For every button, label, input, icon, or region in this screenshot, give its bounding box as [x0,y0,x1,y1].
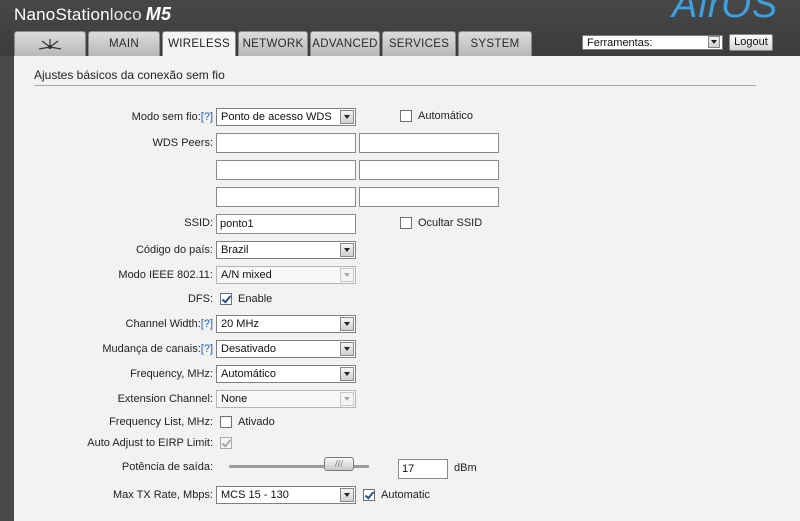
wds-peer-input-6[interactable] [359,187,499,207]
dfs-enable-label: Enable [238,293,273,305]
tools-selected: Ferramentas: [587,37,653,49]
hide-ssid-checkbox[interactable] [400,217,412,229]
wds-peer-input-1[interactable] [216,133,356,153]
wds-peer-input-2[interactable] [359,133,499,153]
channel-width-label-text: Channel Width: [125,318,201,330]
frequency-label: Frequency, MHz: [130,368,213,380]
frequency-list-enabled-label: Ativado [238,416,275,428]
wds-peers-label: WDS Peers: [152,137,213,149]
max-tx-rate-label: Max TX Rate, Mbps: [112,489,213,501]
max-tx-rate-select[interactable]: MCS 15 - 130 [216,486,356,504]
country-value: Brazil [221,244,249,256]
chevron-down-icon [340,243,354,257]
wireless-mode-select[interactable]: Ponto de acesso WDS [216,108,356,126]
chevron-down-icon [340,488,354,502]
ieee-mode-label: Modo IEEE 802.11: [118,269,213,281]
chevron-down-icon [340,317,354,331]
airos-logo: AirOS [672,0,779,26]
frequency-list-label: Frequency List, MHz: [109,416,213,428]
tab-services[interactable]: SERVICES [382,31,456,56]
ieee-mode-value: A/N mixed [221,269,272,281]
extension-channel-label: Extension Channel: [117,393,213,405]
chevron-down-icon [708,36,720,48]
brand-model: M5 [145,4,172,24]
help-link-channel-width[interactable]: [?] [201,318,213,330]
output-power-label: Potência de saída: [121,461,213,473]
channel-shift-select[interactable]: Desativado [216,340,356,358]
channel-shift-value: Desativado [221,343,277,355]
channel-width-value: 20 MHz [221,318,259,330]
main-content: Ajustes básicos da conexão sem fio Modo … [14,56,800,521]
wds-peer-input-4[interactable] [359,160,499,180]
tab-system[interactable]: SYSTEM [458,31,532,56]
country-select[interactable]: Brazil [216,241,356,259]
dfs-checkbox[interactable] [220,293,232,305]
ssid-input[interactable]: ponto1 [216,214,356,234]
channel-width-select[interactable]: 20 MHz [216,315,356,333]
section-divider [34,85,756,86]
ieee-mode-select: A/N mixed [216,266,356,284]
wireless-mode-label: Modo sem fio:[?] [132,111,213,123]
auto-checkbox[interactable] [400,110,412,122]
wds-peer-input-5[interactable] [216,187,356,207]
tab-ubiquiti-logo[interactable] [14,31,86,56]
max-tx-rate-auto-label: Automatic [381,489,430,501]
chevron-down-icon [340,367,354,381]
max-tx-rate-auto-checkbox[interactable] [363,489,375,501]
auto-adjust-eirp-label: Auto Adjust to EIRP Limit: [87,437,213,449]
auto-adjust-eirp-checkbox [220,437,232,449]
help-link-channel-shift[interactable]: [?] [201,343,213,355]
wireless-mode-label-text: Modo sem fio: [131,111,201,123]
extension-channel-select: None [216,390,356,408]
chevron-down-icon [340,392,354,406]
channel-width-label: Channel Width:[?] [126,318,213,330]
chevron-down-icon [340,110,354,124]
tab-wireless[interactable]: WIRELESS [162,31,236,57]
chevron-down-icon [340,342,354,356]
ubiquiti-logo-icon [38,39,62,50]
brand-main: NanoStation [14,5,110,24]
extension-channel-value: None [221,393,248,405]
country-label: Código do país: [135,244,213,256]
output-power-unit: dBm [454,462,477,474]
frequency-value: Automático [221,368,277,380]
help-link-wireless-mode[interactable]: [?] [201,111,213,123]
channel-shift-label-text: Mudança de canais: [102,343,201,355]
auto-label: Automático [418,110,474,122]
ssid-label: SSID: [184,217,213,229]
frequency-select[interactable]: Automático [216,365,356,383]
device-brand: NanoStationloco M5 [14,4,171,25]
tab-advanced[interactable]: ADVANCED [310,31,380,56]
section-title: Ajustes básicos da conexão sem fio [34,68,225,82]
output-power-input[interactable]: 17 [398,459,448,479]
wds-peer-input-3[interactable] [216,160,356,180]
tools-dropdown[interactable]: Ferramentas: [582,35,723,50]
tab-main[interactable]: MAIN [88,31,160,56]
brand-light: loco [109,5,142,24]
output-power-slider-handle[interactable]: /// [324,457,354,471]
dfs-label: DFS: [187,293,213,305]
channel-shift-label: Mudança de canais:[?] [102,343,213,355]
wireless-mode-value: Ponto de acesso WDS [221,111,332,123]
max-tx-rate-value: MCS 15 - 130 [221,489,289,501]
frequency-list-checkbox[interactable] [220,416,232,428]
tab-network[interactable]: NETWORK [238,31,308,56]
chevron-down-icon [340,268,354,282]
hide-ssid-label: Ocultar SSID [418,217,483,229]
logout-button[interactable]: Logout [729,34,773,51]
